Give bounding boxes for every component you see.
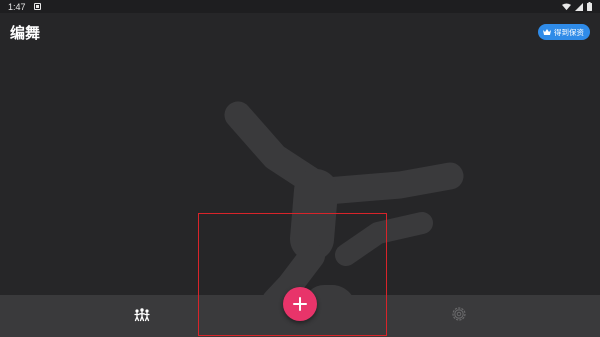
page-title: 编舞	[10, 23, 41, 42]
settings-gear-icon	[452, 307, 466, 321]
dancers-icon	[134, 308, 150, 322]
status-time: 1:47	[8, 1, 26, 12]
app-notification-icon	[33, 3, 41, 10]
breakdancer-illustration	[224, 101, 464, 295]
crown-icon	[543, 29, 551, 35]
wifi-icon	[562, 2, 571, 10]
nav-dancers-tab[interactable]	[132, 305, 152, 325]
add-button[interactable]	[283, 287, 317, 321]
battery-icon	[587, 2, 592, 11]
status-icons	[562, 2, 592, 11]
nav-settings-tab[interactable]	[449, 304, 469, 324]
main-canvas	[0, 51, 600, 295]
app-header: 编舞 得到保资	[0, 13, 600, 51]
cell-signal-icon	[575, 2, 583, 11]
vip-button[interactable]: 得到保资	[538, 24, 590, 40]
status-bar: 1:47	[0, 0, 600, 13]
plus-icon	[293, 297, 307, 311]
vip-button-label: 得到保资	[554, 27, 584, 37]
